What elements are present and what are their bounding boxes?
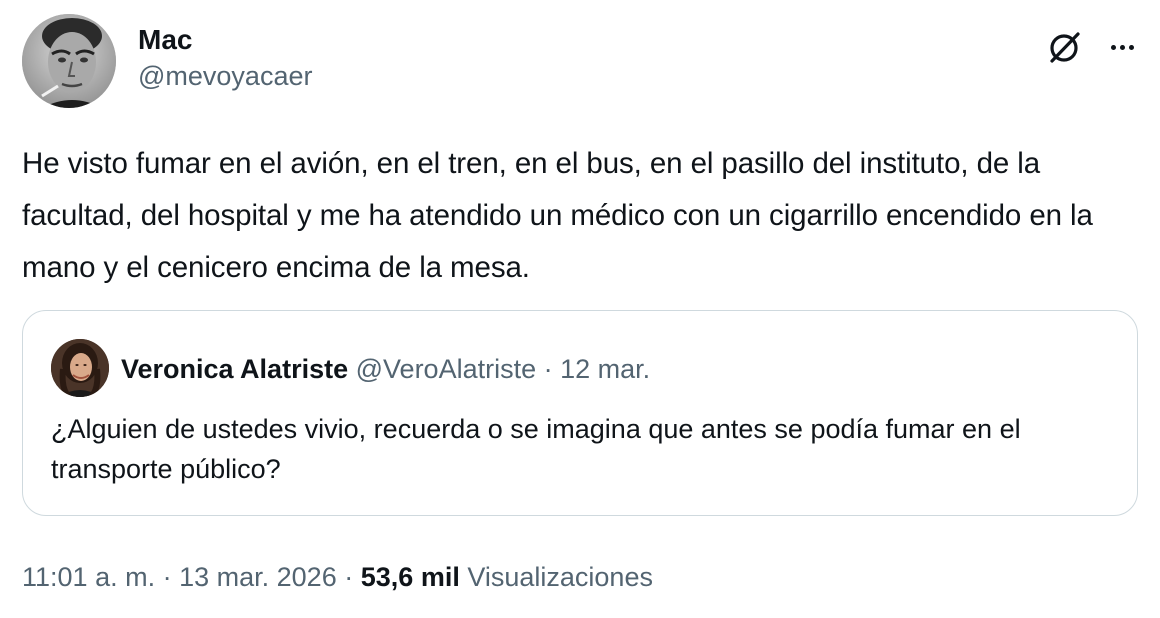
tweet-date[interactable]: 13 mar. 2026 bbox=[179, 562, 337, 592]
quoted-tweet[interactable]: Veronica Alatriste @VeroAlatriste · 12 m… bbox=[22, 310, 1138, 516]
quoted-separator: · bbox=[543, 354, 553, 384]
author-avatar[interactable] bbox=[22, 14, 116, 108]
quoted-display-name[interactable]: Veronica Alatriste bbox=[121, 354, 348, 384]
author-display-name[interactable]: Mac bbox=[138, 24, 312, 56]
grok-icon[interactable] bbox=[1046, 28, 1084, 66]
author-info: Mac @mevoyacaer bbox=[138, 24, 312, 92]
author-handle[interactable]: @mevoyacaer bbox=[138, 60, 312, 92]
quoted-header: Veronica Alatriste @VeroAlatriste · 12 m… bbox=[121, 353, 650, 385]
meta-separator: · bbox=[344, 562, 354, 592]
tweet-metadata: 11:01 a. m. · 13 mar. 2026 · 53,6 mil Vi… bbox=[22, 560, 653, 594]
tweet-text: He visto fumar en el avión, en el tren, … bbox=[22, 147, 1093, 284]
quoted-date[interactable]: 12 mar. bbox=[560, 354, 650, 384]
views-count[interactable]: 53,6 mil bbox=[361, 562, 460, 592]
tweet-header: Mac @mevoyacaer bbox=[22, 14, 1140, 110]
more-options-icon[interactable] bbox=[1104, 32, 1140, 62]
views-label[interactable]: Visualizaciones bbox=[467, 562, 653, 592]
tweet-time[interactable]: 11:01 a. m. bbox=[22, 562, 155, 592]
quoted-text: ¿Alguien de ustedes vivio, recuerda o se… bbox=[51, 414, 1021, 484]
meta-separator: · bbox=[162, 562, 172, 592]
quoted-author-avatar[interactable] bbox=[51, 339, 109, 397]
quoted-handle[interactable]: @VeroAlatriste bbox=[356, 354, 536, 384]
